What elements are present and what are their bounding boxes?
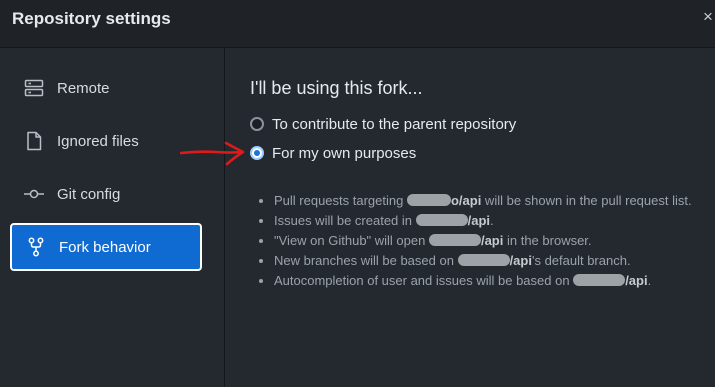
- redacted-owner: [428, 234, 481, 246]
- option-contribute[interactable]: To contribute to the parent repository: [250, 114, 516, 134]
- note-text: 's default branch.: [531, 253, 631, 268]
- close-icon[interactable]: ×: [703, 7, 713, 27]
- fork-behavior-panel: I'll be using this fork... To contribute…: [226, 48, 715, 387]
- sidebar-item-label: Git config: [57, 185, 121, 203]
- sidebar-item-label: Ignored files: [57, 132, 139, 150]
- option-own-purposes[interactable]: For my own purposes: [250, 143, 416, 163]
- list-item: New branches will be based on /api's def…: [274, 252, 714, 269]
- note-text: Autocompletion of user and issues will b…: [274, 273, 574, 288]
- sidebar-item-git-config[interactable]: Git config: [10, 170, 202, 218]
- sidebar-item-ignored-files[interactable]: Ignored files: [10, 117, 202, 165]
- redacted-owner: [415, 214, 468, 226]
- note-text: Issues will be created in: [274, 213, 416, 228]
- repo-name: /api: [625, 273, 648, 288]
- sidebar-item-remote[interactable]: Remote: [10, 64, 202, 112]
- repo-name: /api: [480, 233, 504, 248]
- redacted-owner: [573, 274, 626, 286]
- note-text: .: [490, 213, 494, 228]
- radio-button-checked[interactable]: [250, 146, 264, 160]
- annotation-arrow-icon: [180, 141, 245, 166]
- sidebar: Remote Ignored files Git config Fork beh…: [0, 48, 225, 387]
- redacted-owner: [457, 254, 510, 266]
- git-commit-icon: [22, 182, 46, 206]
- fork-icon: [24, 235, 48, 259]
- list-item: "View on Github" will open /api in the b…: [274, 232, 714, 249]
- note-text: in the browser.: [503, 233, 592, 248]
- section-heading: I'll be using this fork...: [250, 78, 423, 98]
- option-label: To contribute to the parent repository: [272, 115, 517, 133]
- title-bar: Repository settings ×: [0, 0, 715, 48]
- fork-notes-list: Pull requests targeting o/api will be sh…: [260, 192, 714, 292]
- note-text: "View on Github" will open: [274, 233, 429, 248]
- note-text: will be shown in the pull request list.: [481, 193, 692, 208]
- list-item: Pull requests targeting o/api will be sh…: [274, 192, 714, 209]
- repo-name: /api: [467, 213, 491, 228]
- note-text: Pull requests targeting: [274, 193, 407, 208]
- list-item: Issues will be created in /api.: [274, 212, 714, 229]
- redacted-owner: [406, 194, 451, 206]
- repo-name: o/api: [450, 193, 482, 208]
- file-icon: [22, 129, 46, 153]
- option-label: For my own purposes: [272, 144, 417, 162]
- repo-name: /api: [509, 253, 532, 268]
- note-text: New branches will be based on: [274, 253, 458, 268]
- sidebar-item-label: Fork behavior: [59, 238, 151, 256]
- sidebar-item-label: Remote: [57, 79, 110, 97]
- sidebar-item-fork-behavior[interactable]: Fork behavior: [10, 223, 202, 271]
- note-text: .: [647, 273, 652, 288]
- list-item: Autocompletion of user and issues will b…: [274, 272, 714, 289]
- server-icon: [22, 76, 46, 100]
- radio-button[interactable]: [250, 117, 264, 131]
- window-title: Repository settings: [12, 9, 171, 28]
